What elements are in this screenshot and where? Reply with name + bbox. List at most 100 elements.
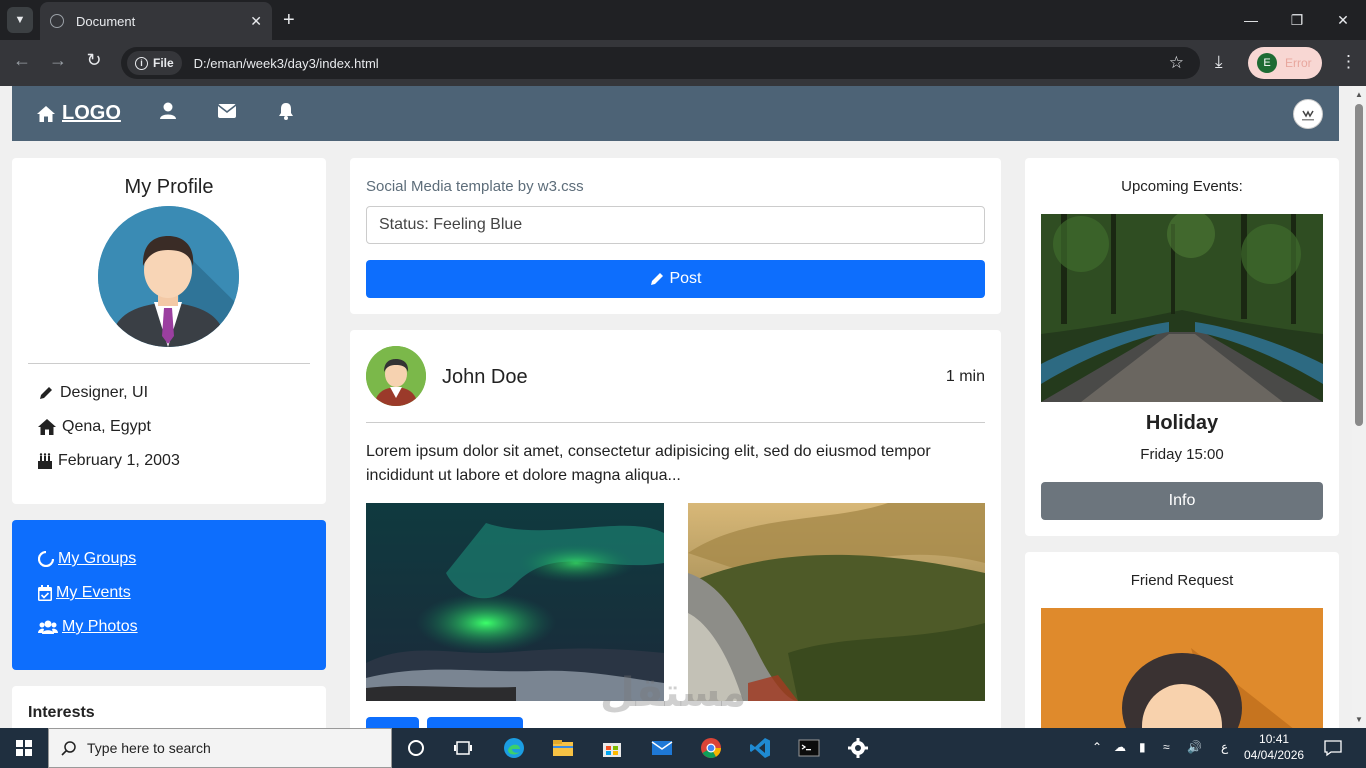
post-button-label: Post [669, 270, 702, 287]
composer-heading: Social Media template by w3.css [366, 178, 584, 195]
minimize-button[interactable]: — [1228, 0, 1274, 40]
profile-location: Qena, Egypt [38, 418, 151, 436]
profile-button[interactable]: E Error [1248, 47, 1322, 79]
user-avatar[interactable] [1293, 99, 1323, 129]
my-photos-label: My Photos [62, 618, 138, 635]
terminal-icon[interactable] [797, 736, 821, 760]
divider [366, 422, 985, 423]
cortana-icon[interactable] [404, 736, 428, 760]
settings-gear-icon[interactable] [846, 736, 870, 760]
friend-avatar-image [1041, 608, 1323, 728]
close-window-button[interactable]: ✕ [1320, 0, 1366, 40]
profile-location-text: Qena, Egypt [62, 418, 151, 435]
page-scrollbar[interactable]: ▲ ▼ [1352, 86, 1366, 728]
wifi-icon[interactable]: ≈ [1163, 740, 1170, 754]
post-button[interactable]: Post [366, 260, 985, 298]
mail-icon[interactable] [650, 736, 674, 760]
envelope-icon[interactable] [218, 104, 236, 118]
circle-notch-icon [38, 551, 54, 567]
search-icon [61, 741, 76, 756]
windows-taskbar: Type here to search ⌃ ☁ ▮ ≈ 🔊 ع 10:41 04… [0, 728, 1366, 768]
vscode-icon[interactable] [748, 736, 772, 760]
users-icon [38, 620, 58, 634]
globe-icon [50, 14, 64, 28]
chrome-icon[interactable] [699, 736, 723, 760]
my-photos-link[interactable]: My Photos [38, 618, 138, 636]
profile-job-text: Designer, UI [60, 384, 149, 401]
info-icon: i [135, 56, 148, 70]
event-info-label: Info [1168, 492, 1196, 509]
my-groups-label: My Groups [58, 550, 137, 567]
bookmark-star-icon[interactable]: ☆ [1169, 53, 1184, 73]
like-button[interactable] [366, 717, 419, 728]
site-info-label: File [153, 56, 174, 70]
feed-post-card: John Doe 1 min Lorem ipsum dolor sit ame… [350, 330, 1001, 728]
taskbar-search[interactable]: Type here to search [48, 728, 392, 768]
post-text: Lorem ipsum dolor sit amet, consectetur … [366, 443, 931, 484]
clock-time: 10:41 [1259, 732, 1290, 746]
windows-start-icon[interactable] [16, 740, 32, 756]
event-name: Holiday [1145, 412, 1219, 434]
tab-title: Document [76, 13, 136, 29]
event-photo [1041, 214, 1323, 402]
logo-link[interactable]: LOGO [36, 102, 121, 125]
site-info-chip[interactable]: i File [127, 51, 182, 75]
interests-card: Interests [12, 686, 326, 728]
event-info-button[interactable]: Info [1041, 482, 1323, 520]
events-card: Upcoming Events: Holiday Friday 15:00 In… [1025, 158, 1339, 536]
my-events-link[interactable]: My Events [38, 584, 131, 602]
browser-menu-icon[interactable]: ⋮ [1340, 52, 1357, 72]
user-icon[interactable] [160, 102, 176, 120]
onedrive-icon[interactable]: ☁ [1114, 740, 1126, 754]
omnibox[interactable]: i File D:/eman/week3/day3/index.html ☆ [121, 47, 1200, 79]
download-icon[interactable]: ⤓ [1215, 52, 1223, 72]
comment-button[interactable] [427, 717, 523, 728]
watermark: مستقل [600, 670, 747, 716]
author-name[interactable]: John Doe [442, 366, 528, 389]
taskbar-clock[interactable]: 10:41 04/04/2026 [1244, 731, 1304, 763]
profile-birthday: February 1, 2003 [38, 452, 180, 470]
scroll-down-arrow[interactable]: ▼ [1355, 715, 1363, 724]
post-time: 1 min [945, 368, 985, 385]
user-avatar-image [1296, 102, 1320, 126]
profile-avatar-image [98, 206, 239, 347]
back-button[interactable]: ← [9, 50, 35, 71]
event-time: Friday 15:00 [1140, 446, 1224, 463]
close-tab-icon[interactable]: ✕ [250, 13, 262, 30]
search-placeholder: Type here to search [87, 740, 211, 756]
interests-title: Interests [28, 704, 95, 721]
friend-request-card: Friend Request [1025, 552, 1339, 728]
scrollbar-thumb[interactable] [1355, 104, 1363, 426]
status-input[interactable]: Status: Feeling Blue [366, 206, 985, 244]
divider [28, 363, 310, 364]
task-view-icon[interactable] [452, 736, 476, 760]
calendar-check-icon [38, 585, 52, 601]
tab-search-button[interactable]: ▼ [7, 7, 33, 33]
url-text[interactable]: D:/eman/week3/day3/index.html [194, 56, 379, 71]
input-language[interactable]: ع [1221, 740, 1228, 754]
post-composer-card: Social Media template by w3.css Status: … [350, 158, 1001, 314]
forward-button[interactable]: → [45, 50, 71, 71]
home-icon [37, 105, 55, 122]
author-avatar [366, 346, 426, 406]
bell-icon[interactable] [278, 102, 294, 120]
file-explorer-icon[interactable] [551, 736, 575, 760]
store-icon[interactable] [600, 736, 624, 760]
my-groups-link[interactable]: My Groups [38, 550, 136, 568]
browser-tab[interactable]: Document ✕ [40, 2, 272, 40]
new-tab-button[interactable]: + [283, 8, 295, 32]
profile-avatar: E [1257, 53, 1277, 73]
edge-icon[interactable] [502, 736, 526, 760]
reload-button[interactable]: ↻ [81, 50, 107, 71]
notifications-icon[interactable] [1324, 739, 1342, 757]
profile-card: My Profile Designer, UI Qena, Egypt Febr… [12, 158, 326, 504]
scroll-up-arrow[interactable]: ▲ [1355, 90, 1363, 99]
maximize-button[interactable]: ❐ [1274, 0, 1320, 40]
battery-icon[interactable]: ▮ [1139, 740, 1146, 754]
pencil-icon [40, 387, 52, 399]
chevron-up-icon[interactable]: ⌃ [1092, 740, 1102, 754]
volume-icon[interactable]: 🔊 [1187, 740, 1202, 754]
logo-text: LOGO [62, 102, 121, 124]
events-heading: Upcoming Events: [1121, 178, 1243, 195]
friend-request-heading: Friend Request [1130, 572, 1234, 589]
